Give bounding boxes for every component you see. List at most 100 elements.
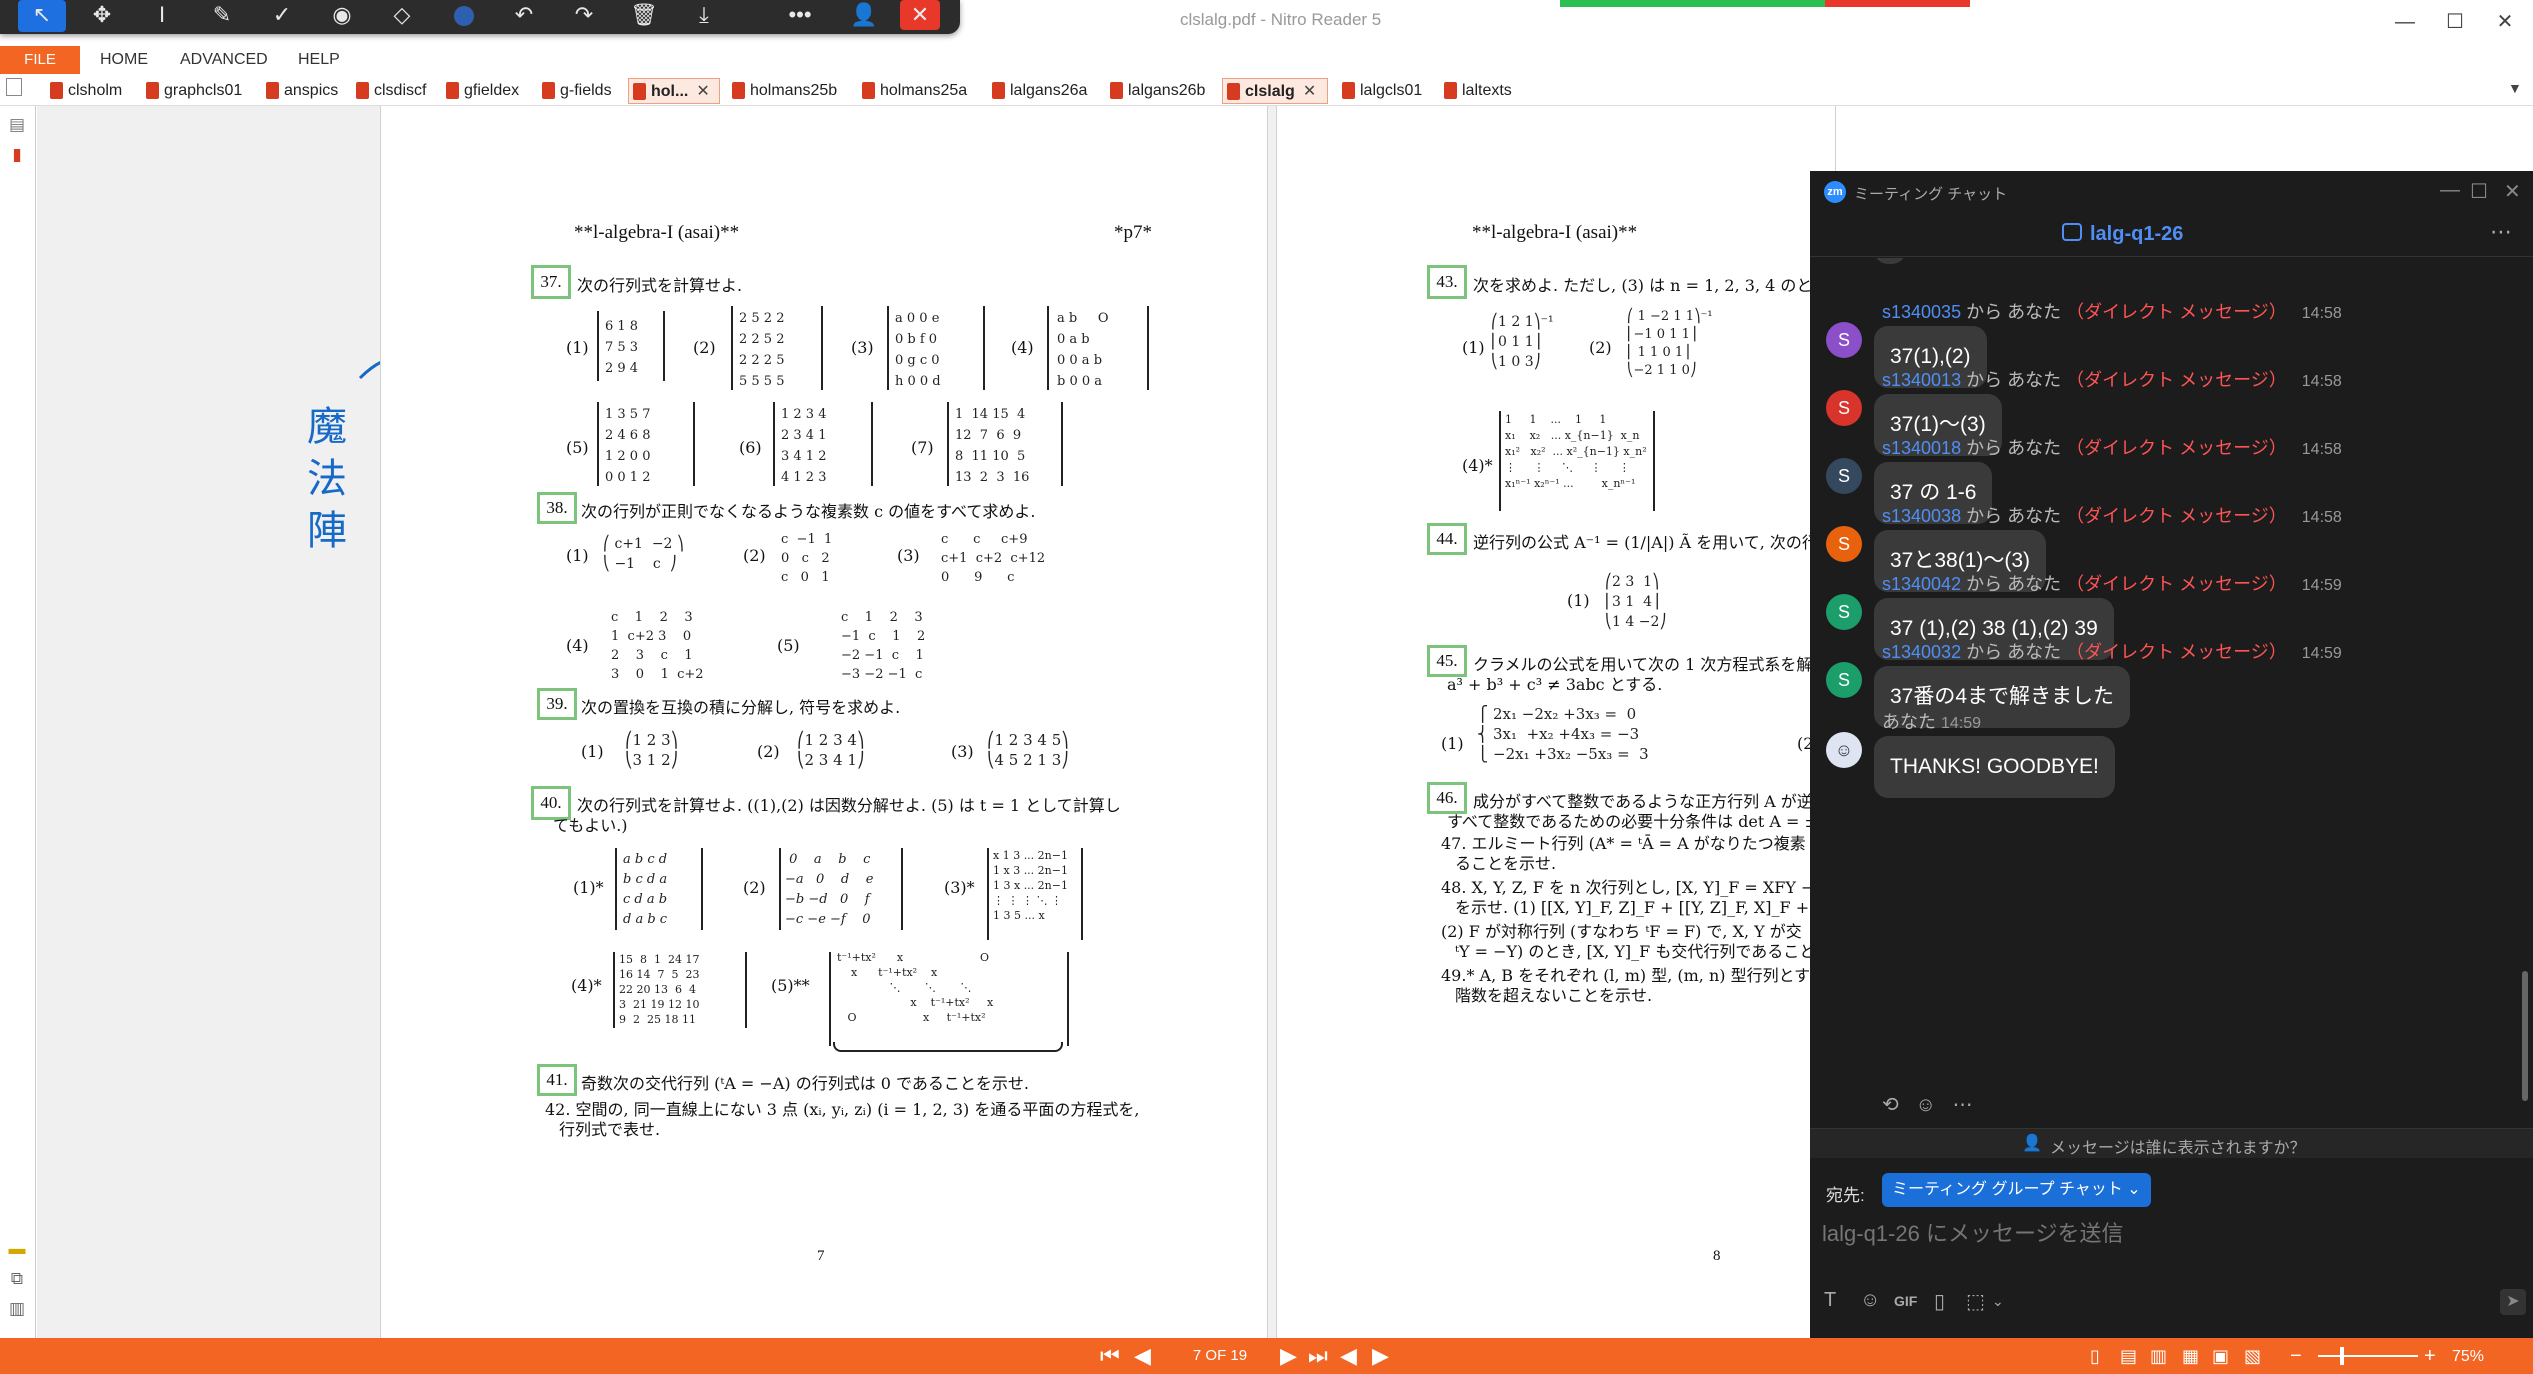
recipient-select[interactable]: ミーティング グループ チャット ⌄	[1882, 1173, 2151, 1207]
zoom-slider[interactable]	[2318, 1355, 2418, 1357]
question-text-cont: てもよい.)	[553, 816, 628, 835]
forward-view-icon[interactable]: ▶	[1372, 1344, 1389, 1368]
pdf-icon	[542, 82, 555, 99]
previous-page-icon[interactable]: ◀	[1134, 1344, 1151, 1368]
gif-icon[interactable]: GIF	[1894, 1293, 1917, 1309]
tab-laltexts[interactable]: laltexts	[1440, 78, 1512, 104]
zoom-slider-thumb[interactable]	[2340, 1347, 2344, 1365]
sender-name[interactable]: s1340013	[1882, 370, 1961, 390]
tab-close-icon[interactable]: ✕	[696, 79, 709, 105]
chat-room-name[interactable]: lalg-q1-26	[2090, 223, 2183, 246]
pages-panel-icon[interactable]: ▤	[6, 114, 28, 136]
undo-icon[interactable]: ↶	[500, 0, 548, 32]
close-window-button[interactable]: ✕	[2480, 4, 2530, 40]
own-avatar[interactable]: ☺	[1826, 732, 1862, 768]
attachments-icon[interactable]: ⧉	[6, 1268, 28, 1290]
avatar[interactable]: S	[1826, 390, 1862, 426]
chevron-down-icon[interactable]: ⌄	[1992, 1293, 2004, 1310]
fit-page-icon[interactable]: ▣	[2212, 1344, 2229, 1368]
home-menu[interactable]: HOME	[100, 46, 148, 74]
file-icon[interactable]: ▯	[1934, 1289, 1945, 1314]
pdf-icon	[266, 82, 279, 99]
avatar[interactable]: S	[1826, 322, 1862, 358]
zoom-in-icon[interactable]: +	[2424, 1344, 2436, 1368]
tab-clsholm[interactable]: clsholm	[46, 78, 122, 104]
download-icon[interactable]: ⤓	[680, 0, 728, 32]
tab-close-icon[interactable]: ✕	[1303, 79, 1316, 105]
facing-continuous-icon[interactable]: ▦	[2182, 1344, 2199, 1368]
tab-hol[interactable]: hol... ✕	[628, 78, 720, 104]
facing-icon[interactable]: ▥	[2150, 1344, 2167, 1368]
avatar[interactable]: S	[1826, 526, 1862, 562]
avatar[interactable]: S	[1826, 594, 1862, 630]
tab-lalgans26b[interactable]: lalgans26b	[1106, 78, 1205, 104]
visibility-bar[interactable]: 👤 メッセージは誰に表示されますか？	[1810, 1128, 2533, 1158]
trash-icon[interactable]: 🗑	[620, 0, 668, 32]
maximize-button[interactable]: ☐	[2430, 4, 2480, 40]
tab-clsdiscf[interactable]: clsdiscf	[352, 78, 426, 104]
message-input[interactable]	[1822, 1217, 2502, 1251]
tab-lalgcls01[interactable]: lalgcls01	[1338, 78, 1422, 104]
tab-holmans25b[interactable]: holmans25b	[728, 78, 837, 104]
sender-name[interactable]: s1340042	[1882, 574, 1961, 594]
minimize-button[interactable]: —	[2380, 4, 2430, 40]
page-icon[interactable]	[6, 78, 22, 96]
fit-width-icon[interactable]: ▧	[2244, 1344, 2261, 1368]
close-icon[interactable]: ✕	[900, 0, 940, 30]
tab-graphcls01[interactable]: graphcls01	[142, 78, 242, 104]
more-icon[interactable]: •••	[776, 0, 824, 32]
pan-icon[interactable]: ✥	[78, 0, 126, 32]
tab-gfieldex[interactable]: gfieldex	[442, 78, 519, 104]
emoji-reaction-icon[interactable]: ☺	[1915, 1094, 1935, 1116]
tab-holmans25a[interactable]: holmans25a	[858, 78, 967, 104]
user-icon[interactable]: 👤	[840, 0, 888, 32]
text-cursor-icon[interactable]: I	[138, 0, 186, 32]
sender-name[interactable]: s1340035	[1882, 302, 1961, 322]
continuous-icon[interactable]: ▤	[2120, 1344, 2137, 1368]
first-page-icon[interactable]: ⏮	[1100, 1344, 1120, 1368]
tab-clslalg[interactable]: clslalg ✕	[1222, 78, 1328, 104]
item-label: (2)	[693, 338, 716, 357]
last-page-icon[interactable]: ⏭	[1308, 1344, 1328, 1368]
sender-name[interactable]: s1340018	[1882, 438, 1961, 458]
zoom-level[interactable]: 75%	[2452, 1348, 2484, 1366]
eraser-icon[interactable]: ◇	[378, 0, 426, 32]
stamp-icon[interactable]: ◉	[318, 0, 366, 32]
back-view-icon[interactable]: ◀	[1340, 1344, 1357, 1368]
emoji-icon[interactable]: ☺	[1860, 1289, 1880, 1312]
zoom-out-icon[interactable]: −	[2290, 1344, 2302, 1368]
bookmarks-icon[interactable]: ▮	[6, 144, 28, 166]
screenshot-icon[interactable]: ⬚	[1966, 1289, 1985, 1314]
message-bubble[interactable]: THANKS! GOODBYE!	[1874, 736, 2115, 798]
chat-minimize-icon[interactable]: —	[2440, 179, 2460, 202]
tab-anspics[interactable]: anspics	[262, 78, 338, 104]
more-icon[interactable]: ⋯	[2490, 219, 2512, 245]
chat-scrollbar[interactable]	[2522, 971, 2528, 1101]
chat-maximize-icon[interactable]: ☐	[2470, 179, 2488, 204]
single-page-icon[interactable]: ▯	[2090, 1344, 2100, 1368]
output-icon[interactable]: ▥	[6, 1298, 28, 1320]
tab-g-fields[interactable]: g-fields	[538, 78, 612, 104]
chat-close-icon[interactable]: ✕	[2504, 179, 2521, 204]
send-icon[interactable]: ➤	[2500, 1289, 2526, 1315]
page-indicator[interactable]: 7 OF 19	[1170, 1345, 1270, 1367]
more-actions-icon[interactable]: ⋯	[1953, 1094, 1973, 1116]
tab-lalgans26a[interactable]: lalgans26a	[988, 78, 1087, 104]
check-icon[interactable]: ✓	[258, 0, 306, 32]
select-arrow-icon[interactable]: ↖	[18, 0, 66, 32]
reply-icon[interactable]: ⟲	[1882, 1094, 1899, 1116]
sender-name[interactable]: s1340038	[1882, 506, 1961, 526]
avatar[interactable]: S	[1826, 662, 1862, 698]
comments-icon[interactable]: ▬	[6, 1238, 28, 1260]
pen-icon[interactable]: ✎	[198, 0, 246, 32]
help-menu[interactable]: HELP	[298, 46, 340, 74]
text-format-icon[interactable]: T	[1824, 1289, 1836, 1312]
sender-name[interactable]: s1340032	[1882, 642, 1961, 662]
advanced-menu[interactable]: ADVANCED	[180, 46, 268, 74]
color-icon[interactable]	[440, 0, 488, 32]
avatar[interactable]: S	[1826, 458, 1862, 494]
file-menu[interactable]: FILE	[0, 46, 80, 74]
tab-overflow-icon[interactable]: ▼	[2508, 80, 2522, 96]
next-page-icon[interactable]: ▶	[1280, 1344, 1297, 1368]
redo-icon[interactable]: ↷	[560, 0, 608, 32]
